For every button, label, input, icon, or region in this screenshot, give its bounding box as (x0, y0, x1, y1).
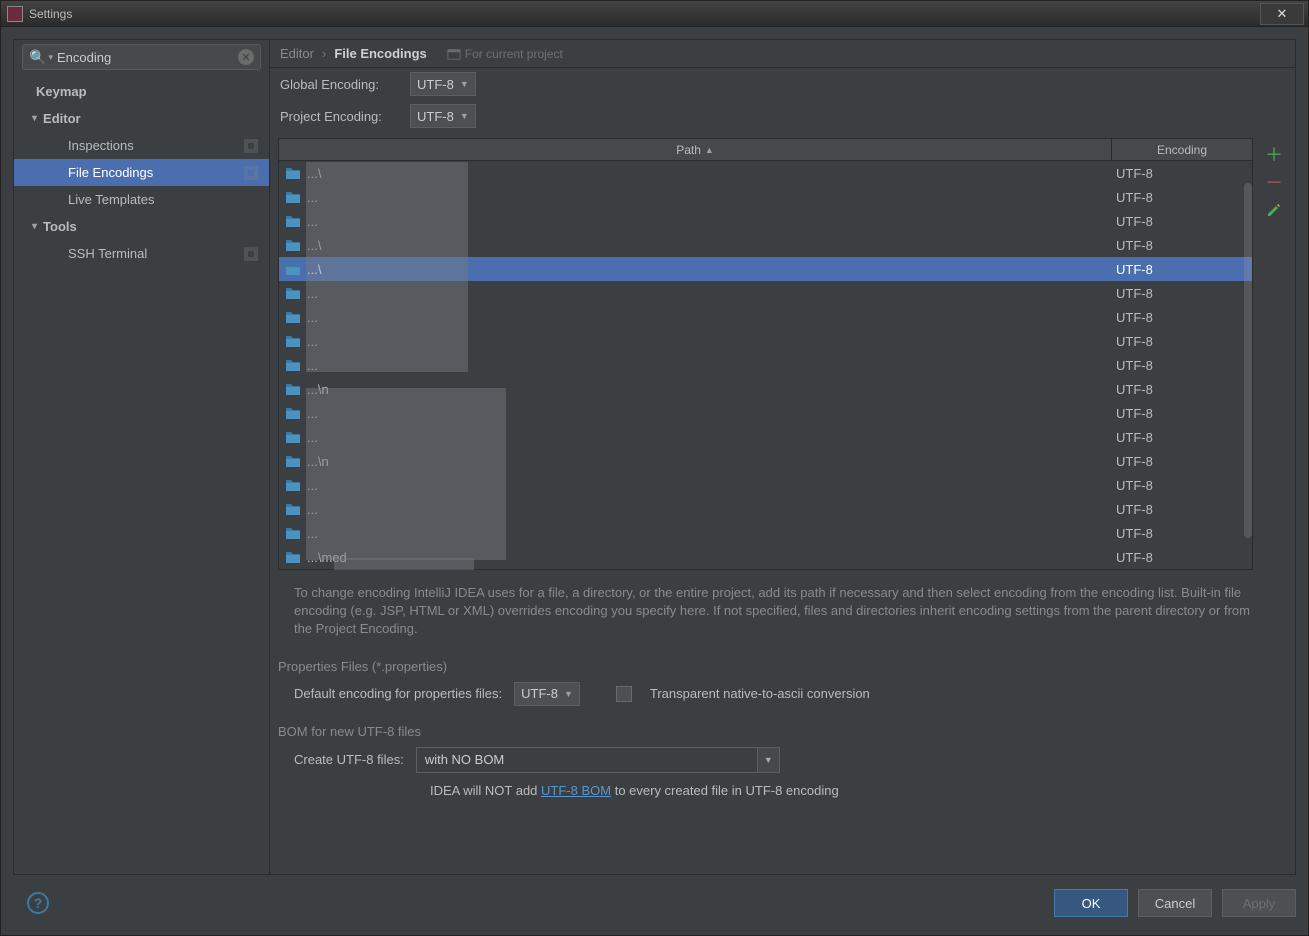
project-encoding-combo[interactable]: UTF-8▼ (410, 104, 476, 128)
search-box[interactable]: 🔍 ▾ ✕ (22, 44, 261, 70)
properties-section-title: Properties Files (*.properties) (270, 645, 1295, 678)
default-encoding-combo[interactable]: UTF-8▼ (514, 682, 580, 706)
create-utf8-combo[interactable]: with NO BOM ▼ (416, 747, 780, 773)
bom-link[interactable]: UTF-8 BOM (541, 783, 611, 798)
sidebar-item-live-templates[interactable]: Live Templates (14, 186, 269, 213)
project-scope-icon (243, 246, 259, 262)
apply-button[interactable]: Apply (1222, 889, 1296, 917)
folder-icon (285, 214, 301, 228)
column-encoding[interactable]: Encoding (1112, 139, 1252, 160)
folder-icon (285, 310, 301, 324)
project-encoding-label: Project Encoding: (280, 109, 410, 124)
column-path[interactable]: Path▲ (279, 139, 1112, 160)
folder-icon (285, 502, 301, 516)
folder-icon (285, 334, 301, 348)
folder-icon (285, 238, 301, 252)
sidebar-item-tools[interactable]: Tools (14, 213, 269, 240)
folder-icon (285, 358, 301, 372)
chevron-down-icon: ▼ (460, 79, 469, 89)
folder-icon (285, 190, 301, 204)
breadcrumb-current: File Encodings (334, 46, 426, 61)
window-title: Settings (29, 7, 72, 21)
search-dropdown-icon[interactable]: ▾ (48, 52, 53, 63)
folder-icon (285, 478, 301, 492)
folder-icon (285, 382, 301, 396)
global-encoding-label: Global Encoding: (280, 77, 410, 92)
project-scope-icon (243, 138, 259, 154)
bom-hint: IDEA will NOT add UTF-8 BOM to every cre… (270, 777, 1295, 802)
app-icon (7, 6, 23, 22)
folder-icon (285, 550, 301, 564)
scrollbar[interactable] (1244, 183, 1252, 569)
settings-window: Settings ✕ 🔍 ▾ ✕ KeymapEditorInspections… (0, 0, 1309, 936)
chevron-down-icon: ▼ (564, 689, 573, 699)
breadcrumb: Editor › File Encodings For current proj… (270, 40, 1295, 68)
description-text: To change encoding IntelliJ IDEA uses fo… (270, 570, 1295, 645)
help-button[interactable]: ? (27, 892, 49, 914)
global-encoding-combo[interactable]: UTF-8▼ (410, 72, 476, 96)
folder-icon (285, 406, 301, 420)
settings-tree: KeymapEditorInspectionsFile EncodingsLiv… (14, 78, 269, 267)
folder-icon (285, 166, 301, 180)
chevron-down-icon: ▼ (757, 748, 779, 772)
remove-button[interactable]: － (1262, 168, 1286, 196)
chevron-right-icon: › (322, 46, 326, 61)
create-utf8-label: Create UTF-8 files: (294, 752, 404, 767)
encodings-table[interactable]: Path▲ Encoding ...\UTF-8...UTF-8...UTF-8… (278, 138, 1253, 570)
folder-icon (285, 262, 301, 276)
main-panel: Editor › File Encodings For current proj… (270, 40, 1295, 874)
folder-icon (285, 286, 301, 300)
add-button[interactable]: ＋ (1262, 140, 1286, 168)
sidebar-item-ssh-terminal[interactable]: SSH Terminal (14, 240, 269, 267)
sidebar: 🔍 ▾ ✕ KeymapEditorInspectionsFile Encodi… (14, 40, 270, 874)
breadcrumb-parent[interactable]: Editor (280, 46, 314, 61)
folder-icon (285, 526, 301, 540)
search-input[interactable] (57, 50, 238, 65)
table-header[interactable]: Path▲ Encoding (279, 139, 1252, 161)
clear-search-icon[interactable]: ✕ (238, 49, 254, 65)
sidebar-item-keymap[interactable]: Keymap (14, 78, 269, 105)
table-toolbar: ＋ － (1253, 138, 1295, 570)
dialog-footer: ? OK Cancel Apply (13, 881, 1296, 925)
scope-label: For current project (447, 47, 563, 61)
folder-icon (285, 430, 301, 444)
close-button[interactable]: ✕ (1260, 3, 1304, 25)
ok-button[interactable]: OK (1054, 889, 1128, 917)
project-scope-icon (243, 165, 259, 181)
chevron-down-icon: ▼ (460, 111, 469, 121)
edit-button[interactable] (1262, 196, 1286, 224)
folder-icon (285, 454, 301, 468)
default-encoding-label: Default encoding for properties files: (294, 686, 502, 701)
sidebar-item-inspections[interactable]: Inspections (14, 132, 269, 159)
sidebar-item-editor[interactable]: Editor (14, 105, 269, 132)
sidebar-item-file-encodings[interactable]: File Encodings (14, 159, 269, 186)
cancel-button[interactable]: Cancel (1138, 889, 1212, 917)
transparent-label: Transparent native-to-ascii conversion (650, 686, 870, 701)
search-icon: 🔍 (29, 49, 46, 66)
bom-section-title: BOM for new UTF-8 files (270, 710, 1295, 743)
transparent-checkbox[interactable] (616, 686, 632, 702)
title-bar[interactable]: Settings ✕ (1, 1, 1308, 27)
